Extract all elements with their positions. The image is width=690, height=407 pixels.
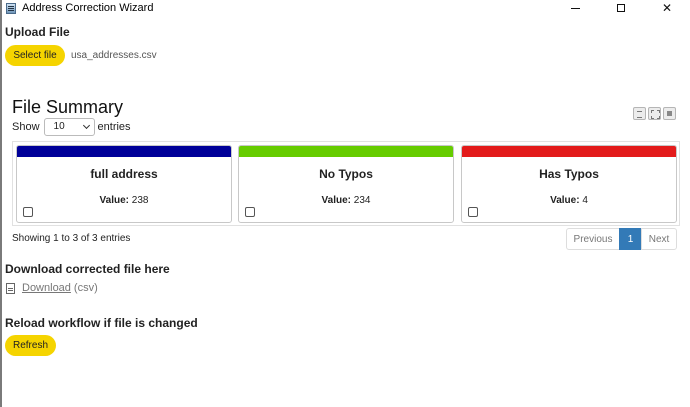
page-size-select[interactable]: 10 <box>43 117 95 136</box>
download-link[interactable]: Download <box>22 282 71 294</box>
card-value-label: Value: <box>550 195 580 206</box>
file-summary-title: File Summary <box>12 97 124 117</box>
card-no-typos: No Typos Value: 234 <box>238 145 454 223</box>
maximize-button[interactable] <box>598 0 644 16</box>
card-color-bar <box>17 146 231 157</box>
select-file-button[interactable]: Select file <box>5 45 65 66</box>
card-color-bar <box>462 146 676 157</box>
page-size-value: 10 <box>53 121 65 132</box>
card-value: Value: 238 <box>17 195 231 206</box>
card-value-number: 4 <box>582 195 588 206</box>
title-bar: Address Correction Wizard ✕ <box>2 0 690 16</box>
card-value: Value: 4 <box>462 195 676 206</box>
pagination: Previous 1 Next <box>566 228 677 250</box>
download-heading: Download corrected file here <box>5 262 170 276</box>
chevron-down-icon <box>82 121 90 129</box>
card-title: Has Typos <box>539 167 599 181</box>
fullscreen-icon[interactable] <box>648 107 661 120</box>
previous-page-button[interactable]: Previous <box>566 228 620 250</box>
entries-label: entries <box>97 120 131 133</box>
card-color-bar <box>239 146 453 157</box>
card-value: Value: 234 <box>239 195 453 206</box>
window-controls: ✕ <box>552 0 690 16</box>
page-size-control: Show 10 entries <box>12 117 131 136</box>
window-title: Address Correction Wizard <box>22 2 154 14</box>
table-info: Showing 1 to 3 of 3 entries <box>12 233 131 244</box>
minimize-button[interactable] <box>552 0 598 16</box>
card-checkbox[interactable] <box>468 207 478 217</box>
close-button[interactable]: ✕ <box>644 0 690 16</box>
card-value-number: 238 <box>131 195 149 206</box>
card-value-label: Value: <box>321 195 351 206</box>
card-title: full address <box>90 167 158 181</box>
settings-icon[interactable] <box>663 107 676 120</box>
next-page-button[interactable]: Next <box>641 228 677 250</box>
view-toolbar <box>633 107 676 120</box>
card-has-typos: Has Typos Value: 4 <box>461 145 677 223</box>
maximize-icon <box>617 4 625 12</box>
reload-heading: Reload workflow if file is changed <box>5 316 198 330</box>
selected-file-name: usa_addresses.csv <box>71 50 157 61</box>
download-format: (csv) <box>73 282 98 294</box>
file-icon <box>6 282 15 294</box>
card-checkbox[interactable] <box>245 207 255 217</box>
show-label: Show <box>12 120 40 133</box>
upload-heading: Upload File <box>5 25 70 39</box>
minimize-icon <box>570 7 580 9</box>
card-title: No Typos <box>319 167 373 181</box>
collapse-icon[interactable] <box>633 107 646 120</box>
refresh-button[interactable]: Refresh <box>5 335 56 356</box>
close-icon: ✕ <box>661 1 673 15</box>
app-icon <box>6 2 16 14</box>
page-1-button[interactable]: 1 <box>619 228 642 250</box>
card-checkbox[interactable] <box>23 207 33 217</box>
download-row: Download (csv) <box>6 282 98 294</box>
summary-cards: full address Value: 238 No Typos Value: … <box>12 141 680 226</box>
card-value-label: Value: <box>99 195 129 206</box>
window-left-border <box>0 0 2 407</box>
card-full-address: full address Value: 238 <box>16 145 232 223</box>
card-value-number: 234 <box>353 195 371 206</box>
